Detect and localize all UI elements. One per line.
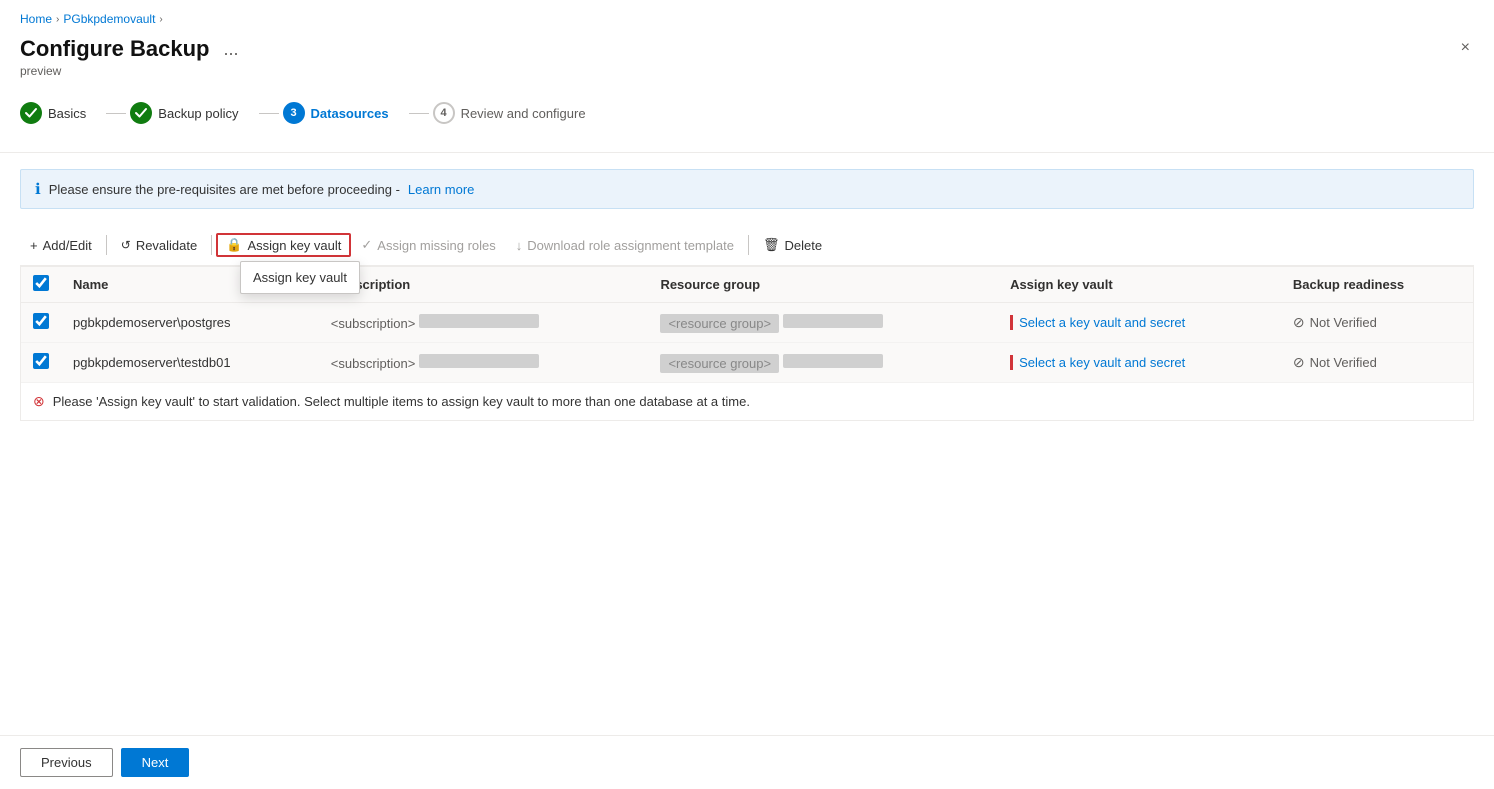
toolbar-sep-1 [106, 235, 107, 255]
download-icon: ↓ [516, 238, 523, 253]
revalidate-icon: ↺ [121, 238, 131, 252]
assign-key-vault-button[interactable]: 🔒 Assign key vault [216, 233, 351, 257]
delete-label: Delete [784, 238, 822, 253]
row2-resource-group-blur [783, 354, 883, 368]
table-row: pgbkpdemoserver\testdb01 <subscription> … [21, 343, 1473, 383]
datasources-table: Name Subscription Resource group Assign … [20, 266, 1474, 421]
next-button[interactable]: Next [121, 748, 190, 777]
row1-checkbox-cell [21, 303, 61, 343]
row1-question-icon: ⊘ [1293, 314, 1305, 331]
table-header-assign-key-vault: Assign key vault [998, 267, 1281, 303]
row2-resource-group: <resource group> [648, 343, 998, 383]
key-vault-icon: 🔒 [226, 237, 242, 253]
row2-question-icon: ⊘ [1293, 354, 1305, 371]
toolbar-sep-2 [211, 235, 212, 255]
table-row: pgbkpdemoserver\postgres <subscription> … [21, 303, 1473, 343]
header-left: Configure Backup ... preview [20, 36, 244, 78]
breadcrumb-chevron1: › [56, 14, 59, 25]
error-row: ⊗ Please 'Assign key vault' to start val… [21, 383, 1473, 421]
step-review: 4 Review and configure [433, 94, 602, 132]
step-backup-policy-label: Backup policy [158, 106, 238, 121]
row1-subscription-blur [419, 314, 539, 328]
row2-backup-readiness: ⊘ Not Verified [1281, 343, 1473, 383]
row2-key-vault: Select a key vault and secret [998, 343, 1281, 383]
page-title: Configure Backup [20, 36, 209, 62]
breadcrumb: Home › PGbkpdemovault › [0, 0, 1494, 32]
delete-button[interactable]: 🗑 Delete [753, 233, 832, 257]
info-banner: ℹ Please ensure the pre-requisites are m… [20, 169, 1474, 209]
step-divider-3 [409, 113, 429, 114]
row1-resource-group-blur [783, 314, 883, 328]
step-basics-label: Basics [48, 106, 86, 121]
row1-name: pgbkpdemoserver\postgres [61, 303, 319, 343]
checkmark-icon: ✓ [361, 237, 372, 253]
step-review-label: Review and configure [461, 106, 586, 121]
row1-backup-readiness: ⊘ Not Verified [1281, 303, 1473, 343]
row2-checkbox-cell [21, 343, 61, 383]
row1-resource-group: <resource group> [648, 303, 998, 343]
add-edit-label: Add/Edit [43, 238, 92, 253]
table-header-resource-group: Resource group [648, 267, 998, 303]
row1-subscription: <subscription> [319, 303, 649, 343]
step-datasources[interactable]: 3 Datasources [283, 94, 405, 132]
row1-checkbox[interactable] [33, 313, 49, 329]
row2-subscription-blur [419, 354, 539, 368]
info-text: Please ensure the pre-requisites are met… [49, 182, 400, 197]
assign-key-vault-label: Assign key vault [247, 238, 341, 253]
table-header-checkbox-cell [21, 267, 61, 303]
row2-key-vault-link[interactable]: Select a key vault and secret [1010, 355, 1185, 370]
error-icon: ⊗ [33, 393, 45, 410]
assign-key-vault-tooltip: Assign key vault [240, 261, 360, 294]
row1-key-vault-link[interactable]: Select a key vault and secret [1010, 315, 1185, 330]
download-template-label: Download role assignment template [527, 238, 734, 253]
ellipsis-button[interactable]: ... [217, 37, 244, 62]
breadcrumb-vault[interactable]: PGbkpdemovault [63, 12, 155, 26]
toolbar: + Add/Edit ↺ Revalidate 🔒 Assign key vau… [20, 225, 1474, 266]
step-datasources-label: Datasources [311, 106, 389, 121]
add-icon: + [30, 238, 38, 253]
select-all-checkbox[interactable] [33, 275, 49, 291]
table-header-subscription: Subscription [319, 267, 649, 303]
revalidate-label: Revalidate [136, 238, 197, 253]
step-backup-policy[interactable]: Backup policy [130, 94, 254, 132]
row2-checkbox[interactable] [33, 353, 49, 369]
steps-wizard: Basics Backup policy 3 Datasources 4 Rev… [0, 94, 1494, 153]
table-header-backup-readiness: Backup readiness [1281, 267, 1473, 303]
step-basics[interactable]: Basics [20, 94, 102, 132]
info-icon: ℹ [35, 180, 41, 198]
breadcrumb-home[interactable]: Home [20, 12, 52, 26]
learn-more-link[interactable]: Learn more [408, 182, 474, 197]
step-divider-1 [106, 113, 126, 114]
step-backup-policy-circle [130, 102, 152, 124]
step-review-circle: 4 [433, 102, 455, 124]
error-cell: ⊗ Please 'Assign key vault' to start val… [21, 383, 1473, 421]
add-edit-button[interactable]: + Add/Edit [20, 234, 102, 257]
breadcrumb-chevron2: › [159, 14, 162, 25]
table-header-row: Name Subscription Resource group Assign … [21, 267, 1473, 303]
error-text: Please 'Assign key vault' to start valid… [53, 394, 750, 409]
page-subtitle: preview [20, 64, 244, 78]
step-basics-circle [20, 102, 42, 124]
page-title-row: Configure Backup ... [20, 36, 244, 62]
footer: Previous Next [0, 735, 1494, 789]
row1-not-verified: ⊘ Not Verified [1293, 314, 1461, 331]
close-button[interactable]: × [1457, 36, 1474, 60]
delete-icon: 🗑 [763, 237, 780, 253]
error-message: ⊗ Please 'Assign key vault' to start val… [33, 393, 1461, 410]
row2-subscription: <subscription> [319, 343, 649, 383]
row1-key-vault: Select a key vault and secret [998, 303, 1281, 343]
revalidate-button[interactable]: ↺ Revalidate [111, 234, 208, 257]
row2-name: pgbkpdemoserver\testdb01 [61, 343, 319, 383]
download-template-button[interactable]: ↓ Download role assignment template [506, 234, 744, 257]
page-header: Configure Backup ... preview × [0, 32, 1494, 94]
step-divider-2 [259, 113, 279, 114]
row2-not-verified: ⊘ Not Verified [1293, 354, 1461, 371]
assign-missing-roles-button[interactable]: ✓ Assign missing roles [351, 233, 505, 257]
assign-missing-roles-label: Assign missing roles [377, 238, 496, 253]
previous-button[interactable]: Previous [20, 748, 113, 777]
step-datasources-circle: 3 [283, 102, 305, 124]
toolbar-sep-3 [748, 235, 749, 255]
